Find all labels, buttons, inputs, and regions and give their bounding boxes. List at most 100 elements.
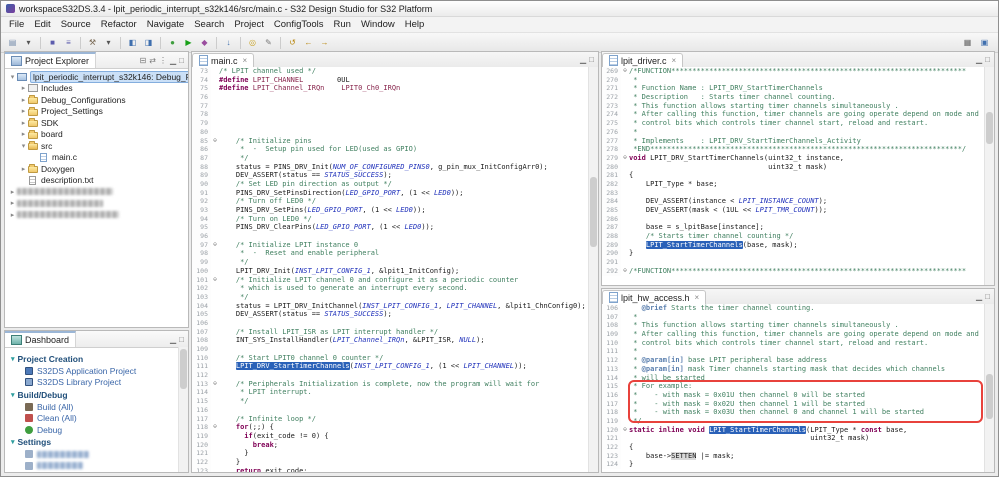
driver-editor-area[interactable]: 269 ⊖/*FUNCTION**************************… [602, 67, 994, 285]
last-edit-location-icon[interactable]: ↺ [285, 36, 300, 50]
editor-scrollbar[interactable] [984, 304, 994, 472]
tree-item-debug-configurations[interactable]: ▸ Debug_Configurations [5, 94, 188, 106]
menu-file[interactable]: File [4, 18, 29, 31]
fold-marker-icon[interactable]: ⊖ [621, 267, 629, 276]
save-icon[interactable]: ■ [45, 36, 60, 50]
tree-expand-arrow[interactable]: ▸ [19, 130, 28, 138]
cpp-perspective-icon[interactable]: ▣ [977, 36, 992, 50]
fold-marker-icon[interactable]: ⊖ [621, 154, 629, 163]
new-wizard-icon[interactable]: ▤ [5, 36, 20, 50]
tab-lpit-driver-c[interactable]: lpit_driver.c × [602, 53, 684, 67]
build-dropdown-icon[interactable]: ▾ [101, 36, 116, 50]
tree-item-src[interactable]: ▾ src [5, 140, 188, 152]
tree-item-redacted[interactable]: ▸ [5, 209, 188, 221]
dashboard-item-build-all[interactable]: Build (All) [5, 401, 188, 413]
maximize-icon[interactable]: □ [589, 55, 594, 64]
search-icon[interactable]: ◎ [245, 36, 260, 50]
tree-expand-arrow[interactable]: ▸ [19, 165, 28, 173]
main-c-code[interactable]: 73 /* LPIT channel used */ 74 #define LPIT_… [192, 67, 589, 472]
dashboard-item-debug[interactable]: Debug [5, 424, 188, 436]
minimize-icon[interactable]: ▁ [976, 55, 982, 64]
tree-expand-arrow[interactable]: ▸ [19, 96, 28, 104]
back-icon[interactable]: ← [301, 36, 316, 50]
tree-item-redacted[interactable]: ▸ [5, 198, 188, 210]
tree-item-lpit-periodic-interrupt-s32k146-debug-ram[interactable]: ▾ lpit_periodic_interrupt_s32k146: Debug_… [5, 70, 188, 83]
lpit-driver-code[interactable]: 269 ⊖/*FUNCTION**************************… [602, 67, 985, 285]
fold-marker-icon[interactable]: ⊖ [211, 137, 219, 146]
scrollbar-thumb[interactable] [590, 177, 597, 247]
fold-marker-icon[interactable]: ⊖ [211, 276, 219, 285]
scrollbar-thumb[interactable] [986, 112, 993, 144]
debug-icon[interactable]: ● [165, 36, 180, 50]
close-tab-icon[interactable]: × [243, 56, 248, 65]
tree-item-project-settings[interactable]: ▸ Project_Settings [5, 106, 188, 118]
maximize-icon[interactable]: □ [179, 56, 184, 65]
maximize-icon[interactable]: □ [179, 335, 184, 344]
minimize-icon[interactable]: ▁ [580, 55, 586, 64]
menu-edit[interactable]: Edit [29, 18, 55, 31]
new-dropdown-icon[interactable]: ▾ [21, 36, 36, 50]
new-c-project-icon[interactable]: ◧ [125, 36, 140, 50]
build-icon[interactable]: ⚒ [85, 36, 100, 50]
dashboard-item-s32ds-library-project[interactable]: S32DS Library Project [5, 377, 188, 389]
profile-icon[interactable]: ◆ [197, 36, 212, 50]
menu-search[interactable]: Search [189, 18, 229, 31]
tree-expand-arrow[interactable]: ▾ [19, 142, 28, 150]
menu-project[interactable]: Project [229, 18, 269, 31]
scrollbar-thumb[interactable] [180, 349, 187, 389]
tree-item-redacted[interactable]: ▸ [5, 186, 188, 198]
dashboard-section-project-creation[interactable]: ▾ Project Creation [5, 352, 188, 365]
update-icon[interactable]: ↓ [221, 36, 236, 50]
collapse-all-icon[interactable]: ⊟ [140, 56, 147, 65]
run-icon[interactable]: ▶ [181, 36, 196, 50]
minimize-icon[interactable]: ▁ [170, 56, 176, 65]
tree-item-main-c[interactable]: main.c [5, 152, 188, 164]
tree-item-includes[interactable]: ▸ Includes [5, 83, 188, 95]
menu-run[interactable]: Run [329, 18, 356, 31]
fold-marker-icon[interactable]: ⊖ [211, 423, 219, 432]
tree-expand-arrow[interactable]: ▸ [8, 188, 17, 196]
tree-expand-arrow[interactable]: ▸ [19, 107, 28, 115]
dashboard-section-settings[interactable]: ▾ Settings [5, 436, 188, 449]
tree-expand-arrow[interactable]: ▾ [8, 73, 17, 81]
editor-scrollbar[interactable] [588, 67, 598, 472]
fold-marker-icon[interactable]: ⊖ [211, 241, 219, 250]
tree-expand-arrow[interactable]: ▸ [8, 211, 17, 219]
fold-marker-icon[interactable]: ⊖ [621, 67, 629, 76]
dashboard-item-clean-all[interactable]: Clean (All) [5, 413, 188, 425]
dashboard-item-redacted[interactable] [5, 449, 188, 461]
main-editor-area[interactable]: 73 /* LPIT channel used */ 74 #define LPIT_… [192, 67, 598, 472]
tab-main-c[interactable]: main.c × [192, 53, 255, 67]
dashboard-item-redacted[interactable] [5, 460, 188, 472]
tree-expand-arrow[interactable]: ▸ [8, 199, 17, 207]
tree-item-board[interactable]: ▸ board [5, 129, 188, 141]
open-perspective-icon[interactable]: ▦ [960, 36, 975, 50]
menu-source[interactable]: Source [56, 18, 96, 31]
menu-window[interactable]: Window [356, 18, 400, 31]
tree-item-sdk[interactable]: ▸ SDK [5, 117, 188, 129]
mark-occurrences-icon[interactable]: ✎ [261, 36, 276, 50]
tree-expand-arrow[interactable]: ▸ [19, 119, 28, 127]
project-explorer-tab[interactable]: Project Explorer [5, 52, 97, 68]
save-all-icon[interactable]: ≡ [61, 36, 76, 50]
menu-navigate[interactable]: Navigate [142, 18, 190, 31]
dashboard-scrollbar[interactable] [178, 347, 188, 472]
forward-icon[interactable]: → [317, 36, 332, 50]
hw-editor-area[interactable]: 106 @brief Starts the timer channel coun… [602, 304, 994, 472]
dashboard-section-build-debug[interactable]: ▾ Build/Debug [5, 388, 188, 401]
menu-configtools[interactable]: ConfigTools [269, 18, 329, 31]
tree-item-description-txt[interactable]: description.txt [5, 175, 188, 187]
close-tab-icon[interactable]: × [672, 56, 677, 65]
new-cpp-project-icon[interactable]: ◨ [141, 36, 156, 50]
tab-lpit-hw-access-h[interactable]: lpit_hw_access.h × [602, 290, 707, 304]
menu-help[interactable]: Help [400, 18, 430, 31]
minimize-icon[interactable]: ▁ [976, 292, 982, 301]
menu-refactor[interactable]: Refactor [96, 18, 142, 31]
link-editor-icon[interactable]: ⇄ [149, 56, 156, 65]
dashboard-item-s32ds-application-project[interactable]: S32DS Application Project [5, 365, 188, 377]
fold-marker-icon[interactable]: ⊖ [211, 380, 219, 389]
project-tree[interactable]: ▾ lpit_periodic_interrupt_s32k146: Debug_… [5, 69, 188, 221]
dashboard-tab[interactable]: Dashboard [5, 331, 77, 347]
minimize-icon[interactable]: ▁ [170, 335, 176, 344]
editor-scrollbar[interactable] [984, 67, 994, 285]
